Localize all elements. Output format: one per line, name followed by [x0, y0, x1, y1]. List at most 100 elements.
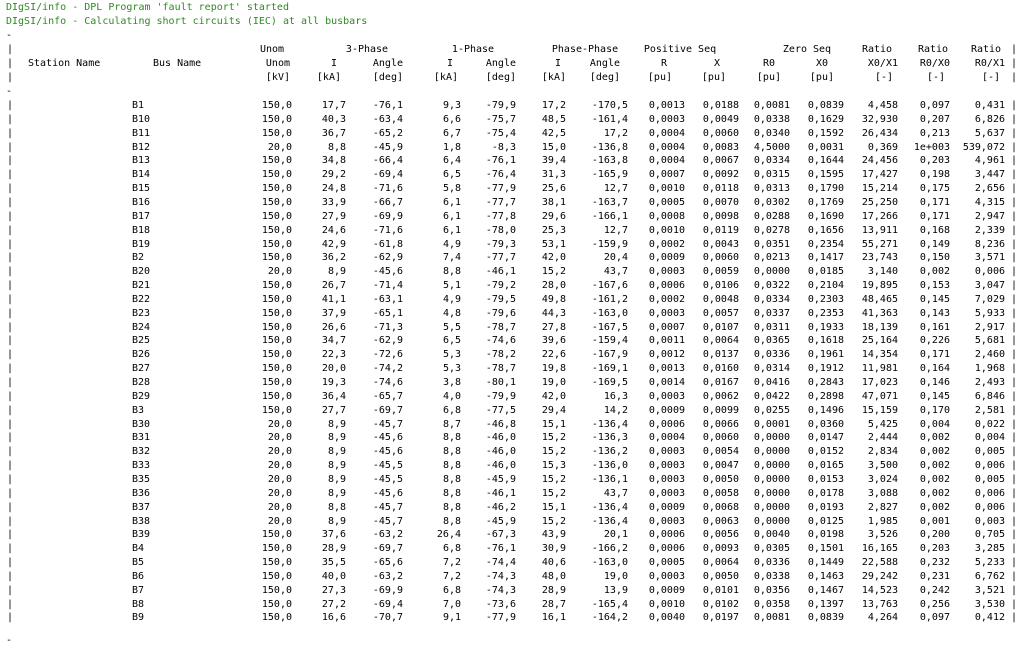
table-cell: 0,0093 — [702, 543, 739, 554]
table-cell: 150,0 — [261, 363, 292, 374]
table-cell: -69,4 — [372, 169, 403, 180]
column-separator: | — [1011, 252, 1018, 263]
table-cell: 150,0 — [261, 349, 292, 360]
column-separator: | — [1011, 474, 1018, 485]
column-separator: | — [1011, 58, 1018, 69]
table-cell: 0,0334 — [753, 155, 790, 166]
table-cell: -72,6 — [372, 349, 403, 360]
table-cell: -65,7 — [372, 391, 403, 402]
log-line: DIgSI/info - DPL Program 'fault report' … — [6, 2, 289, 13]
column-separator: | — [7, 432, 14, 443]
table-cell: 19,3 — [321, 377, 346, 388]
table-cell: 3,521 — [974, 585, 1005, 596]
table-cell: 24,6 — [321, 225, 346, 236]
table-cell: 12,7 — [603, 183, 628, 194]
bus-name-cell: B28 — [132, 377, 151, 388]
table-cell: -69,7 — [372, 405, 403, 416]
column-separator: | — [1011, 322, 1018, 333]
table-cell: 6,1 — [442, 197, 461, 208]
table-cell: 0,0340 — [753, 128, 790, 139]
table-cell: 150,0 — [261, 197, 292, 208]
bus-name-cell: B12 — [132, 142, 151, 153]
table-cell: 0,0322 — [753, 280, 790, 291]
table-cell: 4,458 — [867, 100, 898, 111]
column-separator: | — [1011, 44, 1018, 55]
table-cell: -74,6 — [485, 335, 516, 346]
table-cell: 9,3 — [442, 100, 461, 111]
column-separator: | — [1011, 349, 1018, 360]
table-cell: 0,153 — [919, 280, 950, 291]
table-cell: 0,0005 — [648, 557, 685, 568]
table-cell: 16,3 — [603, 391, 628, 402]
bus-name-cell: B4 — [132, 543, 145, 554]
table-cell: -45,7 — [372, 419, 403, 430]
table-cell: 0,0062 — [702, 391, 739, 402]
table-cell: 0,150 — [919, 252, 950, 263]
table-cell: 8,9 — [327, 266, 346, 277]
table-cell: 22,588 — [861, 557, 898, 568]
table-cell: 24,456 — [861, 155, 898, 166]
table-cell: 0,1629 — [807, 114, 844, 125]
column-separator: | — [1011, 516, 1018, 527]
table-cell: 15,1 — [541, 502, 566, 513]
table-cell: 6,5 — [442, 169, 461, 180]
column-separator: | — [7, 266, 14, 277]
column-separator: | — [7, 474, 14, 485]
table-cell: 150,0 — [261, 114, 292, 125]
table-cell: 0,0004 — [648, 432, 685, 443]
table-cell: 0,0003 — [648, 266, 685, 277]
table-cell: 14,354 — [861, 349, 898, 360]
table-cell: 0,006 — [974, 502, 1005, 513]
table-cell: 42,5 — [541, 128, 566, 139]
table-cell: 0,0014 — [648, 377, 685, 388]
separator-line: - — [6, 635, 13, 646]
table-cell: 20,0 — [267, 474, 292, 485]
table-cell: 5,681 — [974, 335, 1005, 346]
table-cell: 0,207 — [919, 114, 950, 125]
table-cell: -163,0 — [591, 557, 628, 568]
table-cell: 25,3 — [541, 225, 566, 236]
table-cell: 16,1 — [541, 612, 566, 623]
table-cell: 0,1790 — [807, 183, 844, 194]
bus-name-cell: B20 — [132, 266, 151, 277]
table-cell: 0,705 — [974, 529, 1005, 540]
table-cell: 17,2 — [541, 100, 566, 111]
table-cell: 0,005 — [974, 474, 1005, 485]
table-cell: -77,8 — [485, 211, 516, 222]
table-cell: 0,0152 — [807, 446, 844, 457]
table-cell: 0,0049 — [702, 114, 739, 125]
column-separator: | — [7, 543, 14, 554]
table-cell: 19,895 — [861, 280, 898, 291]
table-cell: -45,5 — [372, 460, 403, 471]
bus-name-cell: B24 — [132, 322, 151, 333]
table-cell: 32,930 — [861, 114, 898, 125]
table-cell: 0,004 — [919, 419, 950, 430]
table-cell: 0,1467 — [807, 585, 844, 596]
table-cell: 150,0 — [261, 585, 292, 596]
column-separator: | — [1011, 419, 1018, 430]
bus-name-cell: B10 — [132, 114, 151, 125]
table-cell: 539,072 — [962, 142, 1005, 153]
column-separator: | — [1011, 405, 1018, 416]
table-cell: 0,0839 — [807, 612, 844, 623]
table-cell: 0,0313 — [753, 183, 790, 194]
table-cell: 15,2 — [541, 474, 566, 485]
table-cell: 0,022 — [974, 419, 1005, 430]
bus-name-cell: B17 — [132, 211, 151, 222]
table-cell: 0,0278 — [753, 225, 790, 236]
header-group-label: Unom — [259, 44, 285, 55]
table-cell: 15,2 — [541, 266, 566, 277]
table-cell: 0,1644 — [807, 155, 844, 166]
bus-name-cell: B3 — [132, 405, 145, 416]
table-cell: 36,7 — [321, 128, 346, 139]
table-cell: 0,0118 — [702, 183, 739, 194]
table-cell: 150,0 — [261, 252, 292, 263]
table-cell: 0,0003 — [648, 571, 685, 582]
table-cell: 0,0000 — [753, 266, 790, 277]
table-cell: 3,526 — [867, 529, 898, 540]
table-cell: -69,4 — [372, 599, 403, 610]
table-cell: -62,9 — [372, 252, 403, 263]
table-cell: 0,242 — [919, 585, 950, 596]
bus-name-cell: B32 — [132, 446, 151, 457]
table-cell: 1e+003 — [913, 142, 950, 153]
